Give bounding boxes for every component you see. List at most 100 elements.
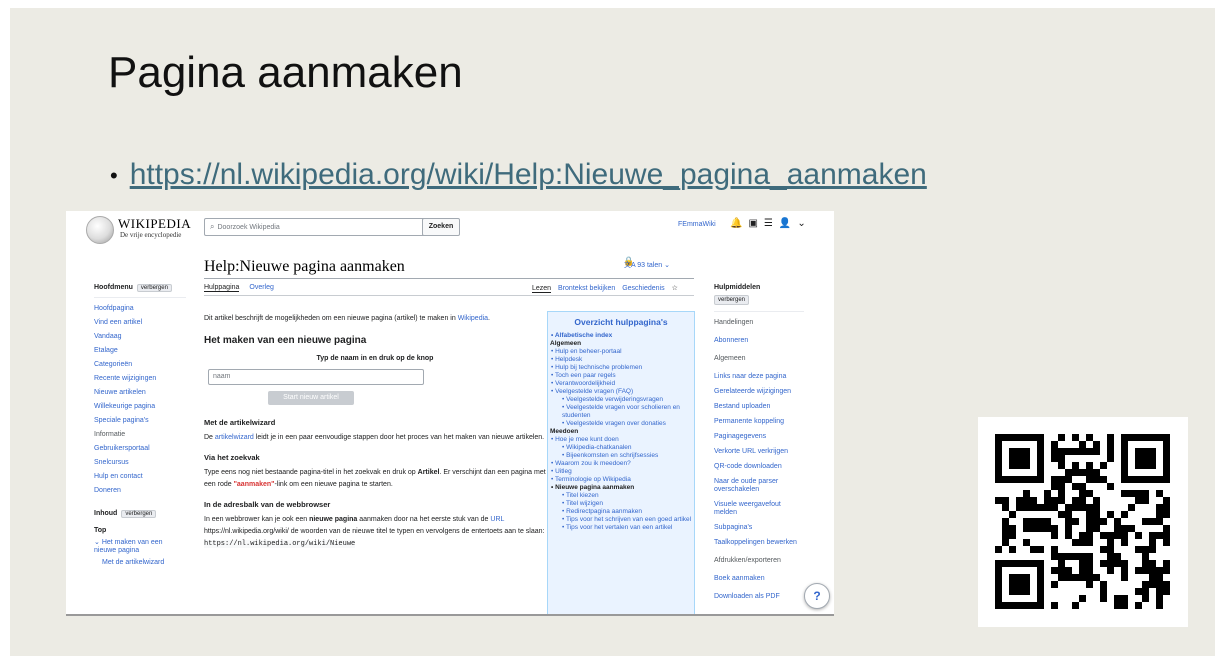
- tool-subscribe[interactable]: Abonneren: [714, 337, 804, 345]
- tab-help-page[interactable]: Hulppagina: [204, 284, 240, 292]
- nav-item[interactable]: • Helpdesk: [551, 356, 694, 364]
- tab-read[interactable]: Lezen: [532, 285, 552, 293]
- tab-view-source[interactable]: Brontekst bekijken: [558, 285, 615, 292]
- tool-permanent-link[interactable]: Permanente koppeling: [714, 418, 804, 426]
- nav-subitem[interactable]: • Titel wijzigen: [562, 500, 694, 508]
- section-heading-wizard: Met de artikelwizard: [204, 418, 276, 427]
- page-name-input[interactable]: naam: [208, 369, 424, 385]
- toc-expand-icon[interactable]: ⌄: [94, 539, 102, 546]
- page-title: Help:Nieuwe pagina aanmaken: [204, 258, 405, 275]
- menu-item-new-articles[interactable]: Nieuwe artikelen: [94, 389, 186, 396]
- tools-hide-button[interactable]: verbergen: [714, 295, 750, 305]
- chevron-down-icon[interactable]: ⌄: [797, 218, 811, 229]
- text: Type eens nog niet bestaande pagina-tite…: [204, 469, 418, 476]
- wikipedia-tagline: De vrije encyclopedie: [120, 231, 182, 239]
- tab-talk[interactable]: Overleg: [249, 284, 274, 291]
- help-page-link[interactable]: https://nl.wikipedia.org/wiki/Help:Nieuw…: [130, 158, 927, 191]
- tab-history[interactable]: Geschiedenis: [622, 285, 664, 292]
- text: In een webbrower kan je ook een: [204, 516, 310, 523]
- tool-upload-file[interactable]: Bestand uploaden: [714, 403, 804, 411]
- tool-subpages[interactable]: Subpagina's: [714, 524, 804, 532]
- tool-page-info[interactable]: Paginagegevens: [714, 433, 804, 441]
- menu-item-categories[interactable]: Categorieën: [94, 361, 186, 368]
- toc-title: Inhoud: [94, 510, 118, 517]
- menu-item-random-page[interactable]: Willekeurige pagina: [94, 403, 186, 410]
- menu-item-user-portal[interactable]: Gebruikersportaal: [94, 445, 186, 452]
- nav-item[interactable]: • Veelgestelde vragen (FAQ): [551, 388, 694, 396]
- star-icon[interactable]: ☆: [672, 285, 678, 292]
- nav-item[interactable]: • Toch een paar regels: [551, 372, 694, 380]
- main-menu-hide-button[interactable]: verbergen: [136, 284, 172, 292]
- nav-label: Verantwoordelijkheid: [555, 380, 616, 387]
- nav-subitem[interactable]: • Redirectpagina aanmaken: [562, 508, 694, 516]
- nav-subitem[interactable]: • Wikipedia-chatkanalen: [562, 444, 694, 452]
- nav-label: Hulp en beheer-portaal: [555, 348, 622, 355]
- menu-item-help-contact[interactable]: Hulp en contact: [94, 473, 186, 480]
- nav-label: Titel wijzigen: [565, 500, 603, 507]
- create-prompt: Typ de naam in en druk op de knop: [316, 355, 434, 362]
- intro-paragraph: Dit artikel beschrijft de mogelijkheden …: [204, 313, 546, 325]
- search-icon: ⌕: [210, 222, 215, 231]
- tool-edit-interlanguage[interactable]: Taalkoppelingen bewerken: [714, 539, 804, 547]
- toc-item-wizard[interactable]: Met de artikelwizard: [102, 559, 186, 566]
- nav-subitem[interactable]: • Veelgestelde vragen over donaties: [562, 420, 694, 428]
- nav-item[interactable]: • Verantwoordelijkheid: [551, 380, 694, 388]
- tool-download-pdf[interactable]: Downloaden als PDF: [714, 593, 804, 601]
- help-button[interactable]: ?: [804, 583, 830, 609]
- bell-icon[interactable]: 🔔: [730, 218, 748, 229]
- search-input[interactable]: ⌕ Doorzoek Wikipedia: [204, 218, 458, 236]
- tool-short-url[interactable]: Verkorte URL verkrijgen: [714, 448, 804, 456]
- menu-item-today[interactable]: Vandaag: [94, 333, 186, 340]
- nav-subitem[interactable]: • Tips voor het vertalen van een artikel: [562, 524, 694, 532]
- nav-label: Veelgestelde vragen voor scholieren en s…: [562, 404, 680, 419]
- wikipedia-wordmark[interactable]: WIKIPEDIA: [118, 216, 191, 232]
- tool-create-book[interactable]: Boek aanmaken: [714, 575, 804, 583]
- nav-item-alpha-index[interactable]: • Alfabetische index: [551, 332, 694, 340]
- toc-item-make-page[interactable]: ⌄ Het maken van een nieuwe pagina: [94, 539, 186, 555]
- language-button[interactable]: 文A 93 talen ⌄: [624, 260, 670, 270]
- nav-item[interactable]: • Hulp en beheer-portaal: [551, 348, 694, 356]
- menu-item-recent-changes[interactable]: Recente wijzigingen: [94, 375, 186, 382]
- menu-item-showcase[interactable]: Etalage: [94, 347, 186, 354]
- nav-item[interactable]: • Hulp bij technische problemen: [551, 364, 694, 372]
- menu-item-special-pages[interactable]: Speciale pagina's: [94, 417, 186, 424]
- start-article-button[interactable]: Start nieuw artikel: [268, 391, 354, 405]
- watchlist-icon[interactable]: ☰: [764, 218, 779, 229]
- menu-item-main-page[interactable]: Hoofdpagina: [94, 305, 186, 312]
- nav-item[interactable]: • Uitleg: [551, 468, 694, 476]
- menu-item-quick-course[interactable]: Snelcursus: [94, 459, 186, 466]
- translate-icon: 文A: [624, 262, 638, 269]
- nav-item[interactable]: • Terminologie op Wikipedia: [551, 476, 694, 484]
- nav-label: Nieuwe pagina aanmaken: [555, 484, 635, 491]
- text: -link om een nieuwe pagina te starten.: [274, 481, 393, 488]
- nav-item[interactable]: • Hoe je mee kunt doen: [551, 436, 694, 444]
- menu-item-donate[interactable]: Doneren: [94, 487, 186, 494]
- menu-item-find-article[interactable]: Vind een artikel: [94, 319, 186, 326]
- nav-subitem[interactable]: • Titel kiezen: [562, 492, 694, 500]
- tool-old-parser[interactable]: Naar de oude parser overschakelen: [714, 478, 804, 494]
- wikipedia-link[interactable]: Wikipedia: [458, 315, 488, 322]
- toc-hide-button[interactable]: verbergen: [121, 510, 157, 518]
- nav-label: Titel kiezen: [565, 492, 599, 499]
- tool-qr-code[interactable]: QR-code downloaden: [714, 463, 804, 471]
- nav-item[interactable]: • Waarom zou ik meedoen?: [551, 460, 694, 468]
- nav-subitem[interactable]: • Bijeenkomsten en schrijfsessies: [562, 452, 694, 460]
- article-wizard-link[interactable]: artikelwizard: [215, 434, 254, 441]
- tool-report-visual-bug[interactable]: Visuele weergavefout melden: [714, 501, 804, 517]
- help-overview-title[interactable]: Overzicht hulppagina's: [548, 318, 694, 327]
- tool-what-links-here[interactable]: Links naar deze pagina: [714, 373, 804, 381]
- wikipedia-globe-icon[interactable]: [86, 216, 114, 244]
- tools-header: Hulpmiddelen: [714, 284, 761, 291]
- user-link[interactable]: FEmmaWiki: [678, 221, 716, 228]
- url-link[interactable]: URL: [490, 516, 504, 523]
- user-menu-icon[interactable]: 👤: [779, 218, 797, 229]
- tool-related-changes[interactable]: Gerelateerde wijzigingen: [714, 388, 804, 396]
- toc-item-top[interactable]: Top: [94, 527, 186, 534]
- qr-code: [978, 417, 1188, 627]
- nav-subitem[interactable]: • Tips voor het schrijven van een goed a…: [562, 516, 694, 524]
- search-button[interactable]: Zoeken: [422, 218, 460, 236]
- searchbox-paragraph: Type eens nog niet bestaande pagina-tite…: [204, 467, 546, 491]
- nav-subitem[interactable]: • Veelgestelde verwijderingsvragen: [562, 396, 694, 404]
- inbox-icon[interactable]: ▣: [748, 218, 763, 229]
- nav-subitem[interactable]: • Veelgestelde vragen voor scholieren en…: [562, 404, 694, 420]
